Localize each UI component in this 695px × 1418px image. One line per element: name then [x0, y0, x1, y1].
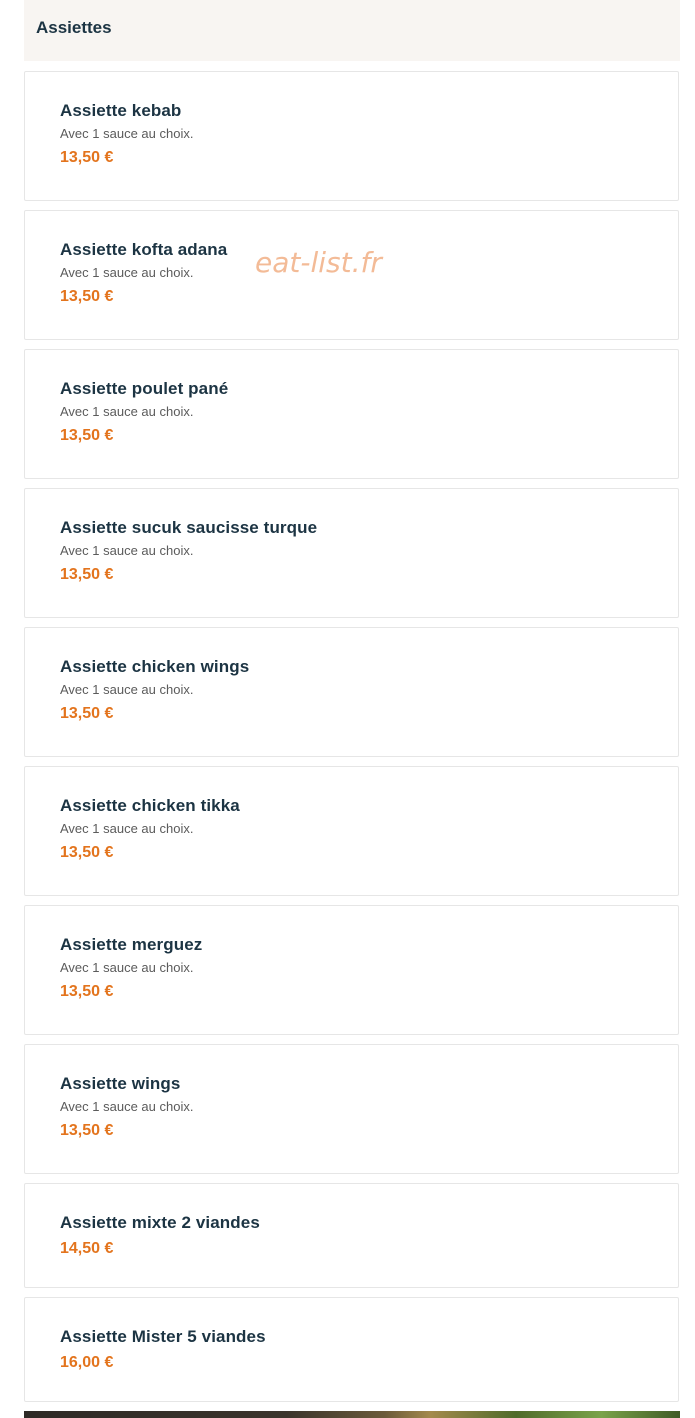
- menu-item-card[interactable]: Assiette chicken wings Avec 1 sauce au c…: [24, 627, 679, 757]
- menu-item-description: Avec 1 sauce au choix.: [60, 821, 194, 836]
- menu-item-price: 13,50 €: [60, 844, 114, 861]
- menu-item-price: 13,50 €: [60, 149, 114, 166]
- menu-item-card[interactable]: Assiette sucuk saucisse turque Avec 1 sa…: [24, 488, 679, 618]
- menu-item-card[interactable]: Assiette wings Avec 1 sauce au choix. 13…: [24, 1044, 679, 1174]
- menu-item-price: 13,50 €: [60, 566, 114, 583]
- menu-item-price: 14,50 €: [60, 1240, 114, 1257]
- menu-item-name: Assiette kebab: [60, 101, 182, 120]
- watermark-text: eat-list.fr: [255, 246, 382, 279]
- menu-item-card[interactable]: Assiette Mister 5 viandes 16,00 €: [24, 1297, 679, 1402]
- menu-item-card[interactable]: Assiette mixte 2 viandes 14,50 €: [24, 1183, 679, 1288]
- category-title: Assiettes: [36, 18, 112, 37]
- menu-item-name: Assiette chicken tikka: [60, 796, 240, 815]
- category-header: Assiettes: [24, 0, 680, 61]
- menu-item-price: 16,00 €: [60, 1354, 114, 1371]
- menu-item-name: Assiette wings: [60, 1074, 181, 1093]
- menu-item-name: Assiette Mister 5 viandes: [60, 1327, 266, 1346]
- menu-page: Assiettes Assiette kebab Avec 1 sauce au…: [0, 0, 695, 1418]
- menu-item-price: 13,50 €: [60, 427, 114, 444]
- menu-item-description: Avec 1 sauce au choix.: [60, 1099, 194, 1114]
- menu-item-card[interactable]: Assiette chicken tikka Avec 1 sauce au c…: [24, 766, 679, 896]
- menu-item-name: Assiette sucuk saucisse turque: [60, 518, 318, 537]
- menu-item-price: 13,50 €: [60, 288, 114, 305]
- menu-item-price: 13,50 €: [60, 705, 114, 722]
- menu-item-card[interactable]: Assiette poulet pané Avec 1 sauce au cho…: [24, 349, 679, 479]
- menu-item-price: 13,50 €: [60, 983, 114, 1000]
- menu-item-description: Avec 1 sauce au choix.: [60, 682, 194, 697]
- menu-item-name: Assiette merguez: [60, 935, 203, 954]
- menu-item-description: Avec 1 sauce au choix.: [60, 543, 194, 558]
- menu-item-description: Avec 1 sauce au choix.: [60, 126, 194, 141]
- menu-item-price: 13,50 €: [60, 1122, 114, 1139]
- restaurant-photo-strip: [24, 1411, 680, 1418]
- menu-item-name: Assiette poulet pané: [60, 379, 229, 398]
- menu-item-description: Avec 1 sauce au choix.: [60, 404, 194, 419]
- menu-item-name: Assiette chicken wings: [60, 657, 250, 676]
- menu-item-name: Assiette mixte 2 viandes: [60, 1213, 260, 1232]
- menu-item-card[interactable]: Assiette kebab Avec 1 sauce au choix. 13…: [24, 71, 679, 201]
- menu-item-card[interactable]: Assiette merguez Avec 1 sauce au choix. …: [24, 905, 679, 1035]
- menu-item-description: Avec 1 sauce au choix.: [60, 960, 194, 975]
